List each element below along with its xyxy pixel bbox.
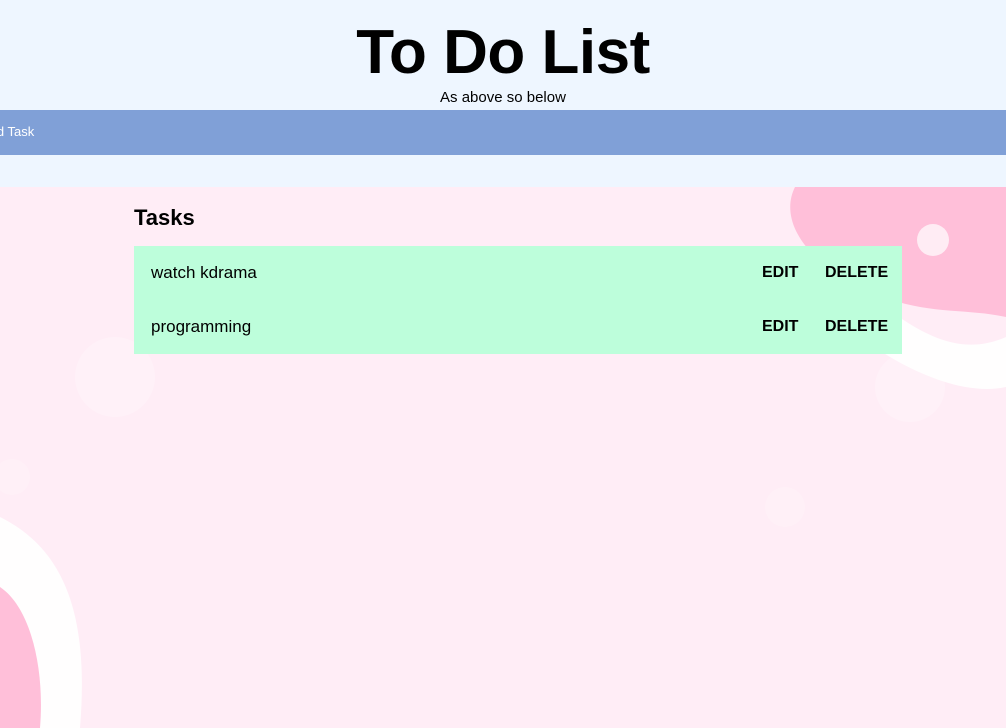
nav-spacer	[0, 155, 1006, 187]
task-row: watch kdrama EDIT DELETE	[134, 246, 902, 300]
task-name: watch kdrama	[151, 263, 257, 282]
task-name: programming	[151, 317, 252, 336]
delete-task-button[interactable]: DELETE	[825, 263, 888, 283]
nav-link-add-task[interactable]: Add Task	[0, 124, 34, 140]
delete-task-button[interactable]: DELETE	[825, 317, 888, 337]
page-title: To Do List	[356, 18, 650, 87]
tasks-heading: Tasks	[134, 205, 195, 230]
task-row: programming EDIT DELETE	[134, 300, 902, 354]
edit-task-button[interactable]: EDIT	[762, 263, 798, 283]
task-list: watch kdrama EDIT DELETE programming EDI…	[134, 246, 902, 354]
page-subtitle: As above so below	[440, 89, 566, 106]
navbar: Add Task	[0, 110, 1006, 155]
page-header: To Do List As above so below	[0, 0, 1006, 110]
edit-task-button[interactable]: EDIT	[762, 317, 798, 337]
